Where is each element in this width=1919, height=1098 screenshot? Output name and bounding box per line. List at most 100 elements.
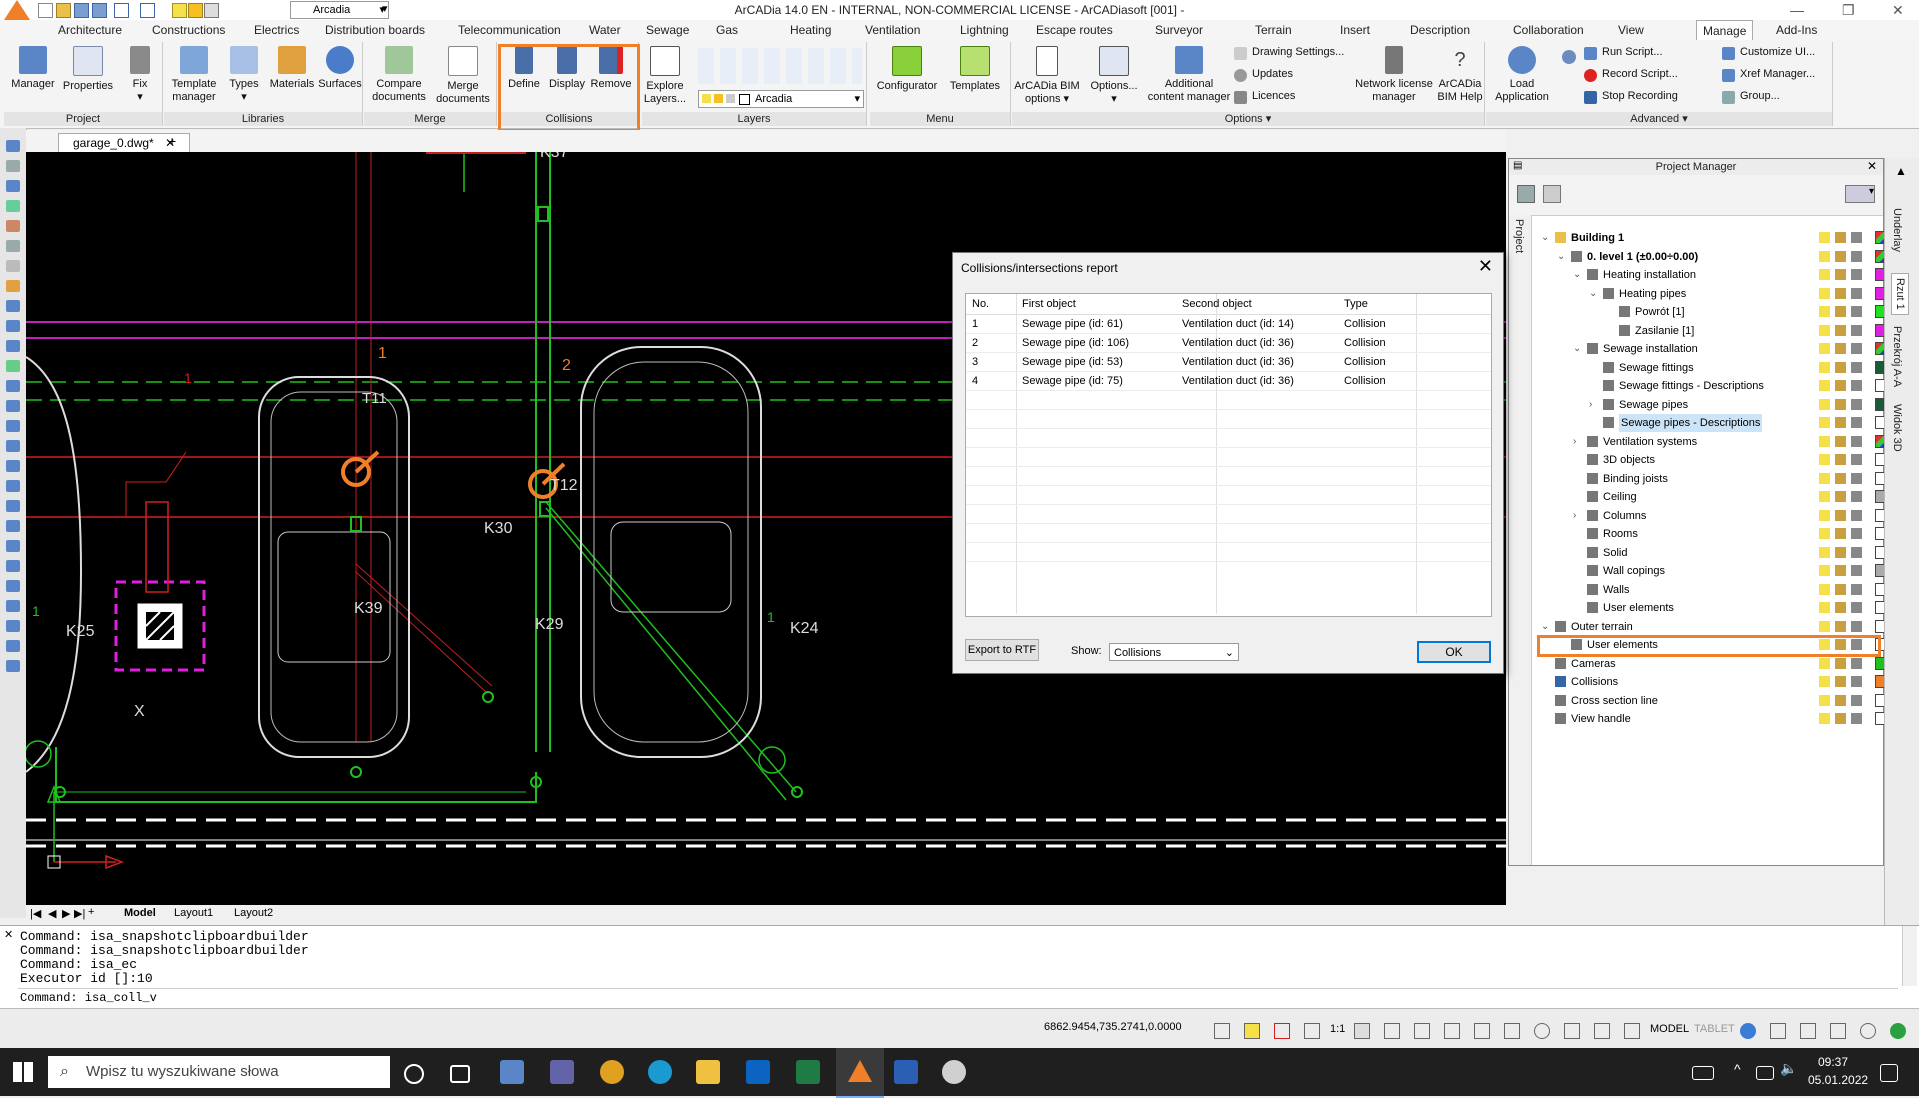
arcadia-bim-options-button[interactable]: ArCADia BIM options ▾ <box>1012 46 1082 106</box>
visibility-bulb-icon[interactable] <box>1819 509 1830 521</box>
hatch-icon[interactable] <box>6 580 20 592</box>
expand-icon[interactable]: ⌄ <box>1589 285 1597 303</box>
lock-icon[interactable] <box>1835 565 1846 576</box>
tab-sewage[interactable]: Sewage <box>646 23 689 37</box>
tree-item[interactable]: Solid <box>1531 544 1905 562</box>
layout-tab-layout1[interactable]: Layout1 <box>174 907 213 919</box>
tab-insert[interactable]: Insert <box>1340 23 1370 37</box>
view-tab-widok-3d[interactable]: Widok 3D <box>1891 404 1903 452</box>
view-tab-rzut-1[interactable]: Rzut 1 <box>1891 273 1909 315</box>
lock-icon[interactable] <box>1835 620 1846 632</box>
zoom-icon[interactable] <box>6 320 20 332</box>
file-explorer-icon[interactable] <box>696 1060 720 1084</box>
tablet-toggle[interactable]: TABLET <box>1694 1023 1735 1035</box>
check-icon[interactable] <box>1890 1023 1906 1039</box>
layer-select[interactable]: Arcadia ▾ <box>698 90 864 108</box>
visibility-bulb-icon[interactable] <box>1819 306 1830 317</box>
table-row[interactable]: 2 Sewage pipe (id: 106) Ventilation duct (… <box>966 334 1491 352</box>
notifications-icon[interactable] <box>1880 1064 1898 1082</box>
mirror-icon[interactable] <box>6 660 20 672</box>
first-tab-icon[interactable]: |◀ <box>30 907 41 920</box>
show-hidden-icons[interactable]: ^ <box>1734 1061 1741 1077</box>
lock-icon[interactable] <box>1835 250 1846 262</box>
tree-item[interactable]: Collisions <box>1531 673 1905 691</box>
lock-icon[interactable] <box>1770 1023 1786 1039</box>
close-icon[interactable]: ✕ <box>1478 256 1493 277</box>
tree-item[interactable]: ⌄ Outer terrain <box>1531 618 1905 636</box>
prev-tab-icon[interactable]: ◀ <box>48 907 56 920</box>
table-row[interactable]: 3 Sewage pipe (id: 53) Ventilation duct (i… <box>966 353 1491 371</box>
circle-icon[interactable] <box>6 520 20 532</box>
tab-surveyor[interactable]: Surveyor <box>1155 23 1203 37</box>
tree-item[interactable]: Ceiling <box>1531 488 1905 506</box>
info-icon[interactable] <box>1860 1023 1876 1039</box>
clock-date[interactable]: 05.01.2022 <box>1808 1073 1868 1087</box>
print-icon[interactable] <box>1851 324 1862 336</box>
tab-lightning[interactable]: Lightning <box>960 23 1009 37</box>
surfaces-button[interactable]: Surfaces <box>318 46 362 91</box>
print-icon[interactable] <box>1851 398 1862 410</box>
configurator-button[interactable]: Configurator <box>872 46 942 93</box>
lock-icon[interactable] <box>1835 713 1846 724</box>
tool-icon[interactable] <box>6 220 20 232</box>
ok-button[interactable]: OK <box>1417 641 1491 663</box>
customize-ui-button[interactable]: Customize UI... <box>1722 46 1815 60</box>
layer-icon[interactable] <box>6 280 20 292</box>
column-header[interactable]: No. <box>972 298 989 310</box>
visibility-bulb-icon[interactable] <box>1819 565 1830 576</box>
annotation-scale[interactable]: 1:1 <box>1330 1023 1345 1035</box>
lock-icon[interactable] <box>1835 491 1846 502</box>
column-header[interactable]: First object <box>1022 298 1076 310</box>
grid-dots-icon[interactable] <box>1414 1023 1430 1039</box>
group-button[interactable]: Group... <box>1722 90 1780 104</box>
autoscale-icon[interactable] <box>1384 1023 1400 1039</box>
licences-button[interactable]: Licences <box>1234 90 1295 104</box>
lock-icon[interactable] <box>1835 343 1846 354</box>
tree-item[interactable]: Rooms <box>1531 525 1905 543</box>
arcadia-taskbar-item[interactable] <box>836 1048 884 1098</box>
tree-item[interactable]: Sewage pipes - Descriptions <box>1531 414 1905 432</box>
panel-pin-icon[interactable]: ▤ <box>1513 160 1522 171</box>
line-icon[interactable] <box>6 400 20 412</box>
chrome-icon[interactable] <box>600 1060 624 1084</box>
lock-icon[interactable] <box>1835 676 1846 687</box>
snap-icon[interactable] <box>1214 1023 1230 1039</box>
gear-icon[interactable] <box>1740 1023 1756 1039</box>
merge-documents-button[interactable]: Merge documents <box>432 46 494 106</box>
arcadia-bim-help-button[interactable]: ? ArCADia BIM Help <box>1436 46 1484 104</box>
command-input[interactable]: Command: isa_coll_v <box>18 988 1898 1007</box>
network-icon[interactable] <box>1756 1066 1774 1080</box>
options-button[interactable]: Options... ▾ <box>1084 46 1144 106</box>
lock-icon[interactable] <box>1835 435 1846 447</box>
print-icon[interactable] <box>1851 417 1862 428</box>
table-row[interactable]: 4 Sewage pipe (id: 75) Ventilation duct (i… <box>966 372 1491 390</box>
visibility-bulb-icon[interactable] <box>1819 361 1830 373</box>
print-icon[interactable] <box>1851 620 1862 632</box>
lock-icon[interactable] <box>1835 287 1846 299</box>
tree-item[interactable]: Sewage fittings <box>1531 359 1905 377</box>
excel-icon[interactable] <box>796 1060 820 1084</box>
tree-item[interactable]: Powrót [1] <box>1531 303 1905 321</box>
expand-icon[interactable]: ⌄ <box>1557 248 1565 266</box>
close-icon[interactable]: ✕ <box>1892 2 1904 19</box>
taskbar-search-input[interactable]: ⌕ Wpisz tu wyszukiwane słowa <box>48 1056 390 1088</box>
close-icon[interactable]: ✕ <box>1867 159 1877 173</box>
tree-item[interactable]: Sewage fittings - Descriptions <box>1531 377 1905 395</box>
print-icon[interactable] <box>1851 380 1862 391</box>
tab-manage[interactable]: Manage <box>1696 20 1754 41</box>
print-icon[interactable] <box>1851 602 1862 613</box>
print-icon[interactable] <box>1851 528 1862 539</box>
volume-icon[interactable]: 🔈 <box>1780 1060 1797 1077</box>
polar-icon[interactable] <box>1274 1023 1290 1039</box>
print-icon[interactable] <box>1851 546 1862 558</box>
lock-icon[interactable] <box>1835 398 1846 410</box>
rectangle-icon[interactable] <box>6 540 20 552</box>
pan-icon[interactable] <box>6 300 20 312</box>
visibility-bulb-icon[interactable] <box>1819 269 1830 280</box>
model-space-toggle[interactable]: MODEL <box>1650 1023 1689 1035</box>
visibility-bulb-icon[interactable] <box>1819 472 1830 484</box>
table-row[interactable]: 1 Sewage pipe (id: 61) Ventilation duct (i… <box>966 315 1491 333</box>
window-icon[interactable] <box>1830 1023 1846 1039</box>
additional-content-manager-button[interactable]: Additional content manager <box>1146 46 1232 104</box>
help-icon[interactable] <box>1244 1023 1260 1039</box>
